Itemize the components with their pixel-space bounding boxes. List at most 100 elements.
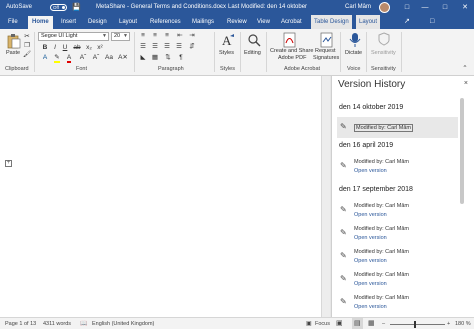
italic-icon[interactable]: I bbox=[50, 44, 60, 52]
justify-icon[interactable]: ☰ bbox=[174, 43, 184, 51]
document-page[interactable]: + bbox=[0, 76, 322, 317]
document-scrollbar[interactable] bbox=[322, 76, 330, 317]
proofing-icon[interactable]: 📖 bbox=[80, 318, 87, 329]
align-right-icon[interactable]: ☰ bbox=[162, 43, 172, 51]
sensitivity-icon[interactable] bbox=[378, 32, 390, 46]
multilevel-list-icon[interactable]: ≡ bbox=[162, 32, 172, 40]
line-spacing-icon[interactable]: ⇵ bbox=[187, 43, 197, 51]
minimize-icon[interactable]: — bbox=[416, 0, 434, 15]
print-layout-icon[interactable]: ▤ bbox=[352, 318, 363, 329]
ribbon-display-icon[interactable]: □ bbox=[398, 0, 416, 15]
highlight-icon[interactable]: ✎ bbox=[52, 54, 62, 63]
collapse-ribbon-icon[interactable]: ⌃ bbox=[460, 65, 470, 73]
numbering-icon[interactable]: ≡ bbox=[150, 32, 160, 40]
format-painter-icon[interactable]: 🖌 bbox=[22, 51, 32, 59]
maximize-icon[interactable]: □ bbox=[436, 0, 454, 15]
tab-insert[interactable]: Insert bbox=[61, 15, 76, 29]
paste-icon[interactable] bbox=[7, 33, 21, 49]
tab-home[interactable]: Home bbox=[28, 16, 53, 29]
share-icon[interactable]: ↗ bbox=[404, 15, 410, 29]
open-version-link[interactable]: Open version bbox=[354, 304, 387, 310]
last-modified-menu[interactable]: Last Modified: den 14 oktober bbox=[228, 0, 307, 15]
underline-icon[interactable]: U bbox=[60, 44, 70, 52]
tab-references[interactable]: References bbox=[150, 15, 181, 29]
font-grow-icon[interactable]: Aˆ bbox=[78, 54, 88, 62]
table-move-handle-icon[interactable]: + bbox=[5, 160, 12, 167]
open-version-link[interactable]: Open version bbox=[354, 258, 387, 264]
open-version-link[interactable]: Open version bbox=[354, 235, 387, 241]
tab-layout[interactable]: Layout bbox=[119, 15, 137, 29]
styles-icon[interactable]: A bbox=[221, 33, 235, 47]
tab-table-design[interactable]: Table Design bbox=[311, 15, 352, 29]
paste-label[interactable]: Paste bbox=[6, 50, 20, 56]
request-signatures-label-2[interactable]: Signatures bbox=[313, 55, 339, 61]
request-signatures-label-1[interactable]: Request bbox=[315, 48, 336, 54]
tab-review[interactable]: Review bbox=[227, 15, 247, 29]
avatar[interactable] bbox=[379, 2, 390, 13]
font-name-combo[interactable]: Segoe UI Light ▼ bbox=[38, 32, 109, 41]
zoom-slider[interactable] bbox=[390, 324, 445, 325]
version-item[interactable]: ✎ Modified by: Carl Mâm Open version bbox=[337, 223, 458, 244]
superscript-icon[interactable]: x² bbox=[95, 44, 105, 52]
focus-icon[interactable]: ▣ bbox=[306, 318, 312, 329]
microphone-icon[interactable] bbox=[349, 32, 361, 48]
version-item[interactable]: ✎ Modified by: Carl Mâm Open version bbox=[337, 292, 458, 313]
bullets-icon[interactable]: ≡ bbox=[138, 32, 148, 40]
align-center-icon[interactable]: ☰ bbox=[150, 43, 160, 51]
styles-label[interactable]: Styles bbox=[219, 50, 234, 56]
decrease-indent-icon[interactable]: ⇤ bbox=[175, 32, 185, 40]
zoom-out-icon[interactable]: – bbox=[382, 318, 385, 329]
save-icon[interactable]: 💾 bbox=[72, 0, 81, 15]
autosave-toggle[interactable]: Off bbox=[50, 4, 67, 11]
version-item[interactable]: ✎ Modified by: Carl Mâm bbox=[337, 117, 458, 138]
request-signatures-icon[interactable] bbox=[320, 32, 334, 48]
font-size-combo[interactable]: 20 ▼ bbox=[111, 32, 130, 41]
borders-icon[interactable]: ▦ bbox=[150, 54, 160, 62]
version-item[interactable]: ✎ Modified by: Carl Mâm Open version bbox=[337, 156, 458, 177]
focus-label[interactable]: Focus bbox=[315, 318, 330, 329]
cut-icon[interactable]: ✂ bbox=[22, 33, 32, 41]
clear-formatting-icon[interactable]: A✕ bbox=[118, 54, 128, 62]
sensitivity-label[interactable]: Sensitivity bbox=[371, 50, 396, 56]
create-share-pdf-label-1[interactable]: Create and Share bbox=[270, 48, 313, 54]
close-pane-icon[interactable]: × bbox=[464, 80, 468, 87]
align-left-icon[interactable]: ☰ bbox=[138, 43, 148, 51]
increase-indent-icon[interactable]: ⇥ bbox=[187, 32, 197, 40]
strikethrough-icon[interactable]: ab bbox=[72, 44, 82, 52]
word-count[interactable]: 4311 words bbox=[43, 318, 71, 329]
open-version-link[interactable]: Open version bbox=[354, 168, 387, 174]
zoom-slider-thumb[interactable] bbox=[414, 321, 416, 328]
show-formatting-icon[interactable]: ¶ bbox=[176, 54, 186, 62]
font-shrink-icon[interactable]: Aˇ bbox=[91, 54, 101, 62]
tab-mailings[interactable]: Mailings bbox=[192, 15, 214, 29]
version-item[interactable]: ✎ Modified by: Carl Mâm Open version bbox=[337, 246, 458, 267]
copy-icon[interactable]: ❐ bbox=[22, 42, 32, 50]
read-mode-icon[interactable]: ▣ bbox=[336, 318, 343, 329]
tab-design[interactable]: Design bbox=[88, 15, 107, 29]
bold-icon[interactable]: B bbox=[40, 44, 50, 52]
search-icon[interactable] bbox=[247, 33, 261, 47]
shading-icon[interactable]: ◣ bbox=[138, 54, 148, 62]
open-version-link[interactable]: Open version bbox=[354, 212, 387, 218]
page-count[interactable]: Page 1 of 13 bbox=[5, 318, 36, 329]
subscript-icon[interactable]: x₂ bbox=[84, 44, 94, 52]
version-item[interactable]: ✎ Modified by: Carl Mâm Open version bbox=[337, 200, 458, 221]
text-effects-icon[interactable]: A bbox=[40, 54, 50, 62]
close-icon[interactable]: ✕ bbox=[456, 0, 474, 15]
tab-table-layout[interactable]: Layout bbox=[356, 15, 381, 29]
zoom-in-icon[interactable]: + bbox=[447, 318, 450, 329]
zoom-level[interactable]: 180 % bbox=[455, 318, 471, 329]
dictate-label[interactable]: Dictate bbox=[345, 50, 362, 56]
sort-icon[interactable]: ⇅ bbox=[163, 54, 173, 62]
comment-icon[interactable]: □ bbox=[430, 15, 434, 29]
create-share-pdf-label-2[interactable]: Adobe PDF bbox=[278, 55, 306, 61]
tab-file[interactable]: File bbox=[8, 15, 18, 29]
language[interactable]: English (United Kingdom) bbox=[92, 318, 154, 329]
font-color-icon[interactable]: A bbox=[64, 54, 74, 63]
version-item[interactable]: ✎ Modified by: Carl Mâm Open version bbox=[337, 269, 458, 290]
web-layout-icon[interactable]: ▦ bbox=[368, 318, 375, 329]
tab-acrobat[interactable]: Acrobat bbox=[281, 15, 302, 29]
create-pdf-icon[interactable] bbox=[283, 32, 297, 48]
tab-view[interactable]: View bbox=[257, 15, 270, 29]
open-version-link[interactable]: Open version bbox=[354, 281, 387, 287]
